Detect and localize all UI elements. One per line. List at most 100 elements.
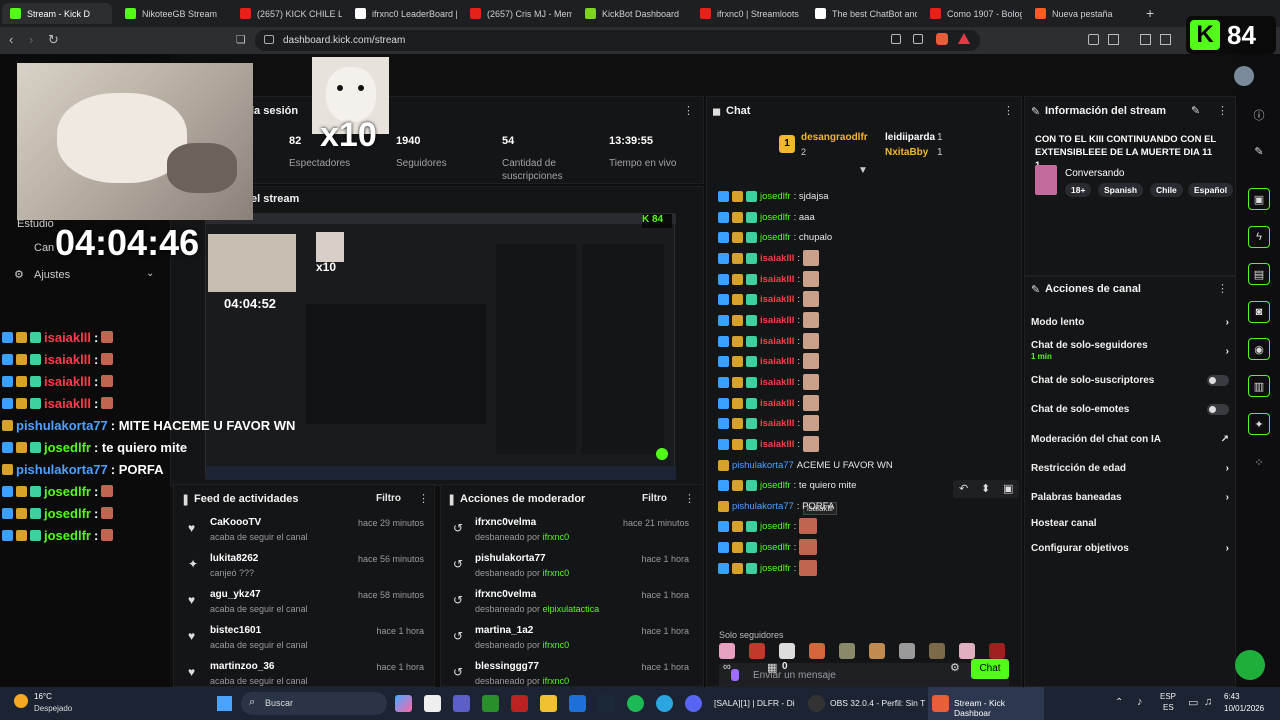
browser-tab[interactable]: ifrxnc0 LeaderBoard | — [347, 3, 457, 24]
emote-picker-icon[interactable] — [779, 643, 795, 659]
stream-preview-video[interactable]: K 84 x10 04:04:52 — [205, 213, 676, 480]
url-field[interactable]: dashboard.kick.com/stream — [255, 30, 980, 51]
followers-chat-row[interactable]: Chat de solo-seguidores 1 min › — [1031, 338, 1229, 364]
steam-icon[interactable] — [598, 695, 615, 712]
spotify-icon[interactable] — [627, 695, 644, 712]
leader3-name[interactable]: NxitaBby — [885, 147, 928, 158]
chat-username[interactable]: isaiaklll — [760, 336, 794, 347]
menu-item-settings[interactable]: Ajustes — [34, 269, 70, 281]
subs-chat-row[interactable]: Chat de solo-suscriptores — [1031, 371, 1229, 389]
stream-tag[interactable]: Chile — [1150, 183, 1183, 197]
volume-icon[interactable]: ♫ — [1204, 696, 1212, 708]
chat-message[interactable]: josedlfr: — [718, 517, 818, 535]
tools-icon[interactable]: ✦ — [1248, 413, 1270, 435]
feed-item-name[interactable]: lukita8262 — [210, 553, 258, 564]
tray-chevron-icon[interactable]: ⌃ — [1115, 697, 1123, 708]
chat-message[interactable]: isaiaklll: — [718, 290, 819, 308]
chat-message[interactable]: josedlfr: — [718, 559, 818, 577]
chat-message[interactable]: isaiaklll: — [718, 394, 819, 412]
emotes-chat-toggle[interactable] — [1207, 403, 1229, 415]
chat-username[interactable]: josedlfr — [760, 521, 791, 532]
feed-item-name[interactable]: bistec1601 — [210, 625, 261, 636]
chat-message[interactable]: isaiaklll: — [718, 373, 819, 391]
chat-message[interactable]: isaiaklll: — [718, 435, 819, 453]
back-icon[interactable]: ‹ — [9, 33, 13, 47]
banned-words-row[interactable]: Palabras baneadas › — [1031, 488, 1229, 506]
broadcast-icon[interactable]: ◉ — [1248, 338, 1270, 360]
chat-username[interactable]: isaiaklll — [760, 377, 794, 388]
chat-username[interactable]: isaiaklll — [760, 356, 794, 367]
chat-message[interactable]: josedlfr: te quiero mite — [718, 476, 856, 494]
file-explorer-icon[interactable] — [540, 695, 557, 712]
points-icon[interactable]: ∞ — [723, 661, 731, 673]
goals-row[interactable]: Configurar objetivos › — [1031, 539, 1229, 557]
edit-info-icon[interactable]: ✎ — [1191, 104, 1200, 117]
mod-action-by[interactable]: ifrxnc0 — [543, 676, 570, 686]
browser-tab[interactable]: (2657) Cris MJ - Meme — [462, 3, 572, 24]
browser-tab[interactable]: Stream - Kick D — [2, 3, 112, 24]
emote-picker-icon[interactable] — [959, 643, 975, 659]
host-channel-row[interactable]: Hostear canal — [1031, 514, 1229, 532]
teams-icon[interactable] — [453, 695, 470, 712]
chat-message[interactable]: josedlfr: — [718, 538, 818, 556]
mod-action-user[interactable]: pishulakorta77 — [475, 553, 546, 564]
emote-picker-icon[interactable] — [869, 643, 885, 659]
chat-message[interactable]: isaiaklll: — [718, 332, 819, 350]
taskbar-app-obs[interactable]: OBS 32.0.4 - Perfil: Sin T — [830, 698, 925, 708]
taskview-icon[interactable] — [424, 695, 441, 712]
chat-message[interactable]: josedlfr: aaa — [718, 208, 815, 226]
slow-mode-row[interactable]: Modo lento › — [1031, 313, 1229, 331]
obs-icon[interactable] — [808, 695, 825, 712]
chat-menu-icon[interactable]: ⋮ — [1003, 104, 1014, 117]
media-icon[interactable] — [1140, 34, 1151, 45]
mod-action-user[interactable]: blessinggg77 — [475, 661, 539, 672]
chat-username[interactable]: pishulakorta77 — [732, 460, 794, 471]
emote-picker-icon[interactable] — [899, 643, 915, 659]
feed-menu-icon[interactable]: ⋮ — [418, 492, 429, 505]
discord-icon[interactable] — [685, 695, 702, 712]
reload-icon[interactable]: ↻ — [48, 33, 59, 47]
chat-username[interactable]: josedlfr — [760, 563, 791, 574]
emote-picker-icon[interactable] — [809, 643, 825, 659]
screenshot-icon[interactable] — [1108, 34, 1119, 45]
stream-tag[interactable]: Español — [1188, 183, 1234, 197]
emote-picker-icon[interactable] — [839, 643, 855, 659]
chat-settings-icon[interactable]: ⚙ — [950, 661, 960, 674]
info-icon[interactable]: ⓘ — [1248, 104, 1270, 126]
age-restriction-row[interactable]: Restricción de edad › — [1031, 459, 1229, 477]
reply-icon[interactable]: ↶ — [959, 482, 968, 495]
chat-message[interactable]: isaiaklll: — [718, 311, 819, 329]
browser-tab[interactable]: KickBot Dashboard — [577, 3, 687, 24]
stream-tag[interactable]: Spanish — [1098, 183, 1144, 197]
clock-time[interactable]: 6:43 — [1224, 692, 1240, 701]
send-chat-button[interactable]: Chat — [971, 659, 1009, 679]
emotes-chat-row[interactable]: Chat de solo-emotes — [1031, 400, 1229, 418]
mod-action-by[interactable]: ifrxnc0 — [543, 640, 570, 650]
apps-icon[interactable]: ⁘ — [1248, 451, 1270, 473]
camera-icon[interactable]: ▣ — [1248, 188, 1270, 210]
mod-action-user[interactable]: ifrxnc0velma — [475, 517, 536, 528]
avatar[interactable] — [1234, 66, 1254, 86]
taskbar-app-discord[interactable]: [SALA][1] | DLFR - Di — [714, 698, 795, 708]
mic-icon[interactable] — [731, 669, 739, 681]
mod-action-user[interactable]: ifrxnc0velma — [475, 589, 536, 600]
bookmark-icon[interactable]: ❏ — [236, 33, 246, 47]
feed-filter-button[interactable]: Filtro — [376, 493, 401, 504]
feed-item-name[interactable]: CaKoooTV — [210, 517, 261, 528]
feed-item-name[interactable]: agu_ykz47 — [210, 589, 261, 600]
network-icon[interactable]: ▭ — [1188, 696, 1198, 709]
chat-username[interactable]: isaiaklll — [760, 398, 794, 409]
chat-message[interactable]: josedlfr: sjdajsa — [718, 187, 828, 205]
share-icon[interactable] — [913, 34, 923, 44]
mod-action-by[interactable]: elpixulatactica — [543, 604, 600, 614]
chat-message[interactable]: isaiaklll: — [718, 414, 819, 432]
ai-moderation-row[interactable]: Moderación del chat con IA ↗ — [1031, 430, 1229, 448]
brave-shield-icon[interactable] — [936, 33, 948, 45]
taskbar-active-app[interactable]: Stream - Kick Dashboar — [928, 687, 1044, 720]
mod-menu-icon[interactable]: ⋮ — [684, 492, 695, 505]
menu-item-channel[interactable]: Can — [34, 242, 54, 254]
chat-username[interactable]: josedlfr — [760, 542, 791, 553]
chat-message[interactable]: josedlfr: chupalo — [718, 228, 832, 246]
extensions-icon[interactable] — [1088, 34, 1099, 45]
windows-start-icon[interactable] — [217, 696, 232, 711]
